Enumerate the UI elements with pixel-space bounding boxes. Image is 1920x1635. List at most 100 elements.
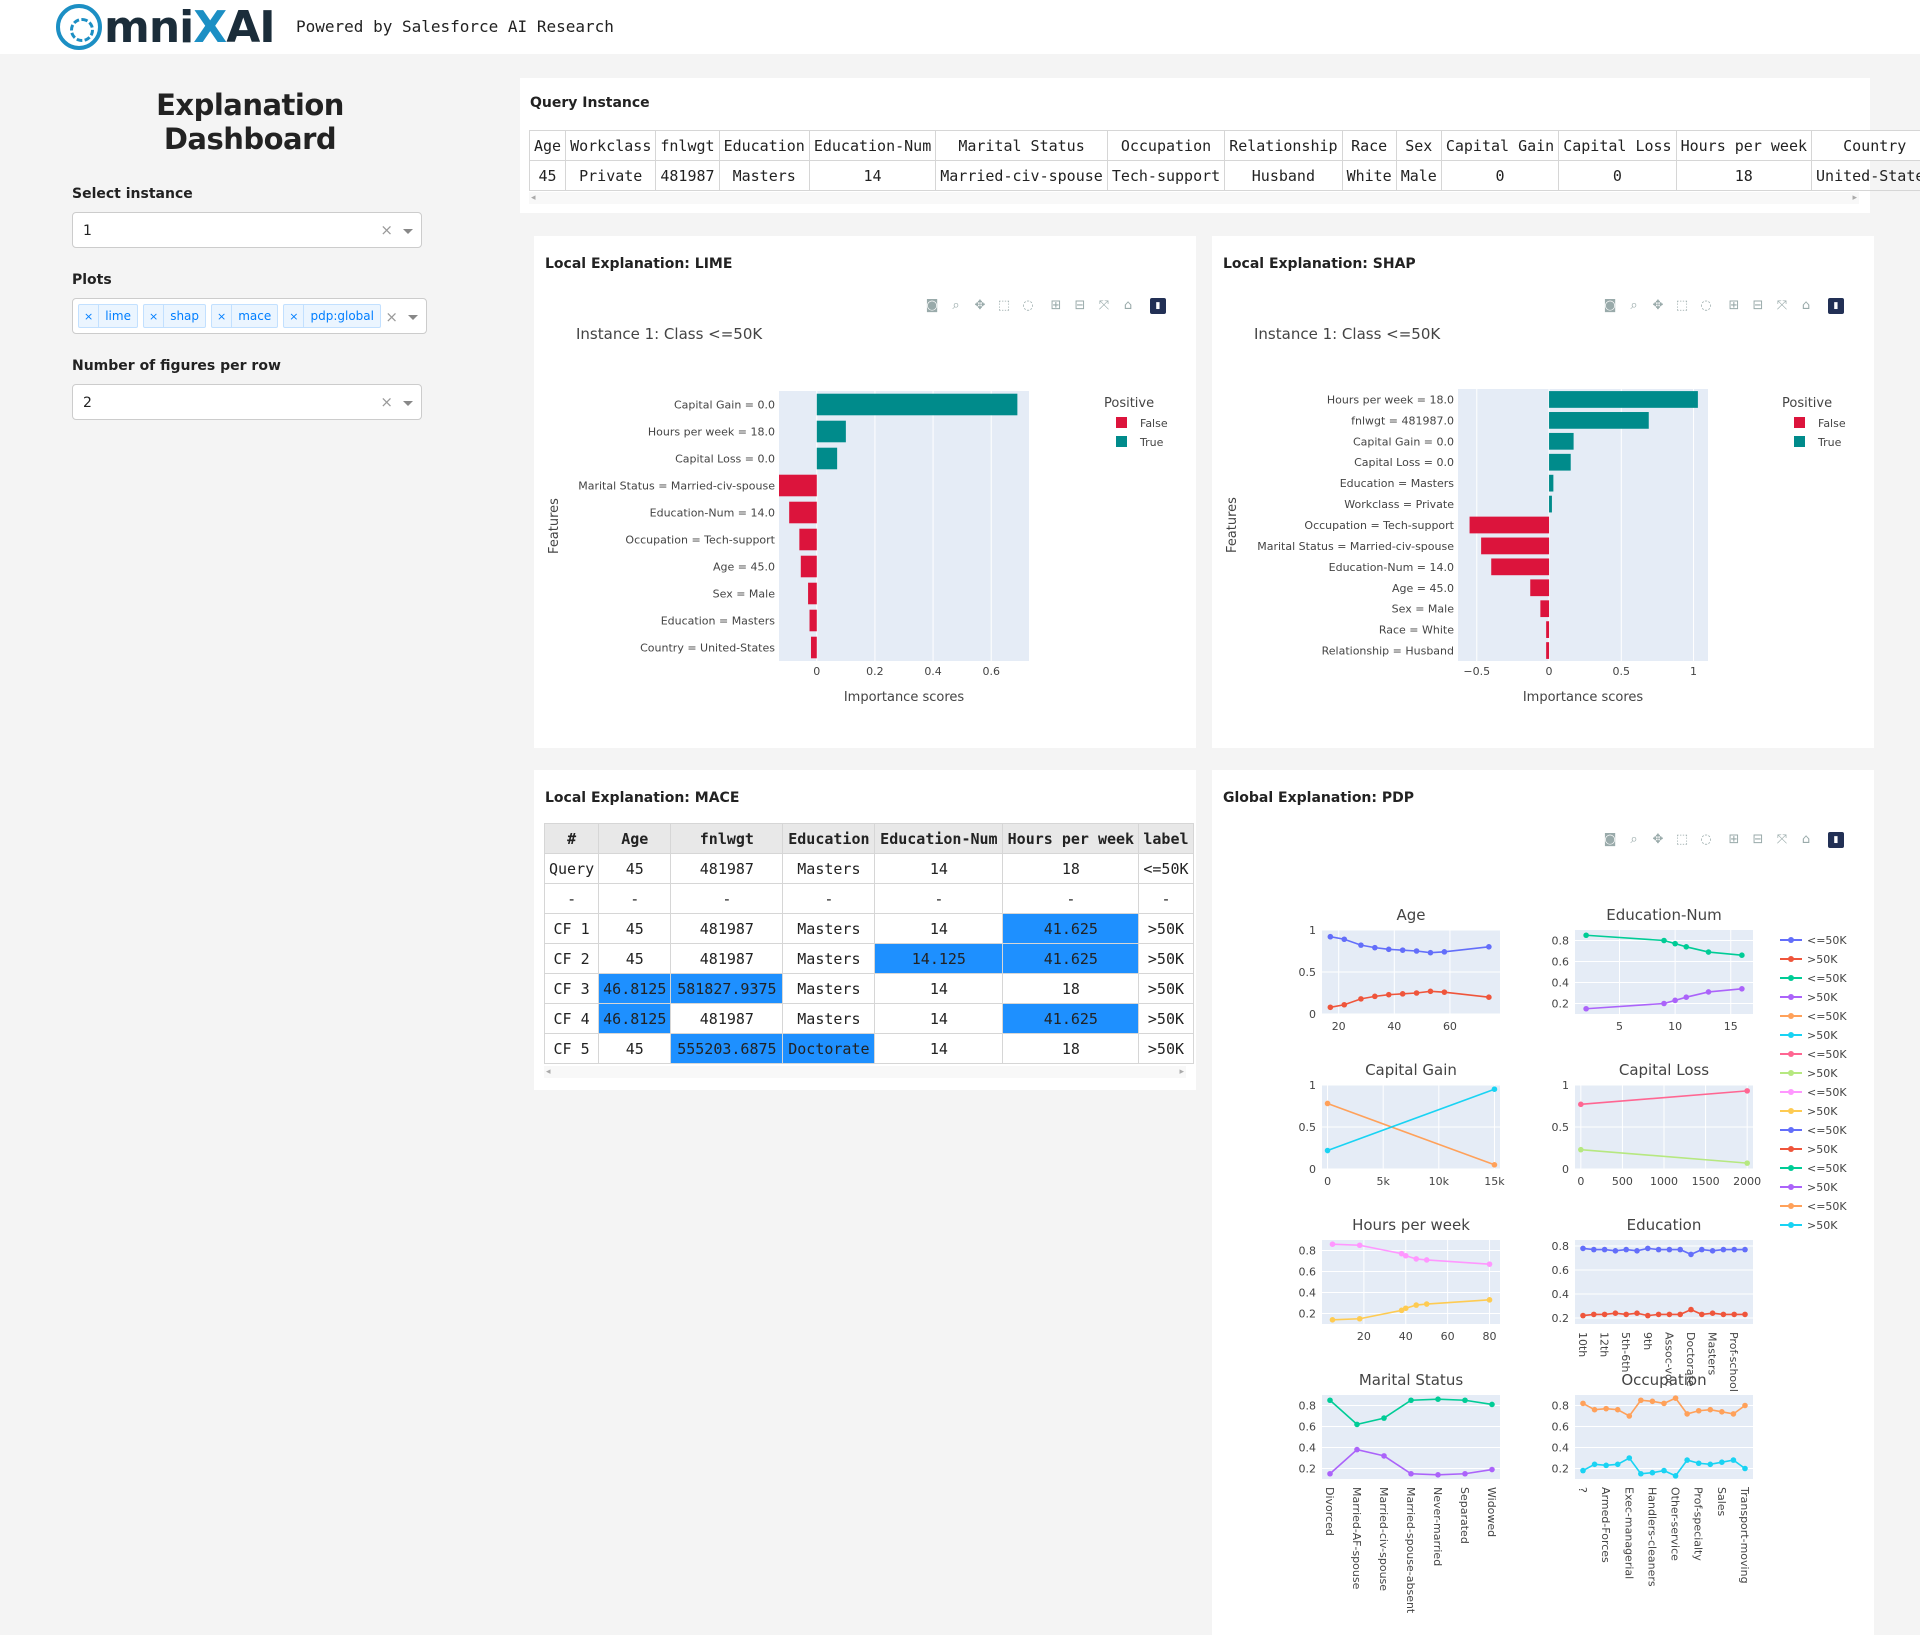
legend-marker[interactable] [1788, 956, 1794, 962]
legend-marker[interactable] [1788, 1108, 1794, 1114]
legend-marker[interactable] [1788, 975, 1794, 981]
bar [1481, 537, 1550, 555]
legend-swatch[interactable] [1116, 417, 1127, 428]
query-scrollbar[interactable]: ◂ ▸ [529, 192, 1859, 204]
legend-marker[interactable] [1788, 1032, 1794, 1038]
bar [809, 609, 817, 632]
legend-marker[interactable] [1788, 1165, 1794, 1171]
legend-label[interactable]: False [1140, 417, 1168, 430]
legend-label[interactable]: >50K [1807, 1219, 1838, 1232]
legend-marker[interactable] [1788, 1222, 1794, 1228]
figures-per-row-dropdown[interactable]: 2 × [72, 384, 422, 420]
remove-tag-icon[interactable]: × [144, 305, 165, 327]
data-point [1408, 1397, 1414, 1404]
legend-label[interactable]: <=50K [1807, 934, 1847, 947]
data-point [1399, 991, 1406, 997]
legend-label[interactable]: <=50K [1807, 972, 1847, 985]
chevron-down-icon[interactable] [408, 315, 418, 320]
y-tick-label: 1 [1309, 924, 1316, 937]
legend-swatch[interactable] [1116, 436, 1127, 447]
y-tick-label: 0.5 [1299, 966, 1317, 979]
query-header-cell: Capital Gain [1440, 130, 1560, 161]
clear-icon[interactable]: × [385, 308, 398, 326]
chevron-down-icon[interactable] [403, 229, 413, 234]
legend-label[interactable]: <=50K [1807, 1086, 1847, 1099]
data-point [1661, 1400, 1667, 1407]
chart-title: Instance 1: Class <=50K [576, 325, 763, 343]
legend-marker[interactable] [1788, 1070, 1794, 1076]
y-tick-label: Workclass = Private [1344, 498, 1454, 511]
data-point [1358, 942, 1364, 948]
legend-label[interactable]: >50K [1807, 991, 1838, 1004]
legend-label[interactable]: True [1817, 436, 1842, 449]
data-point [1491, 1086, 1498, 1092]
legend-label[interactable]: <=50K [1807, 1010, 1847, 1023]
y-tick-label: Hours per week = 18.0 [1327, 393, 1454, 406]
legend-label[interactable]: >50K [1807, 1181, 1838, 1194]
data-point [1603, 1405, 1609, 1412]
y-tick-label: Education-Num = 14.0 [1329, 561, 1454, 574]
data-point [1408, 1470, 1414, 1477]
data-point [1358, 996, 1364, 1002]
legend-marker[interactable] [1788, 1146, 1794, 1152]
legend-marker[interactable] [1788, 1127, 1794, 1133]
data-point [1402, 1252, 1409, 1259]
legend-label[interactable]: >50K [1807, 1143, 1838, 1156]
data-point [1324, 1147, 1331, 1154]
x-tick-label: 12th [1598, 1332, 1611, 1357]
legend-swatch[interactable] [1794, 436, 1805, 447]
x-tick-label: Married-AF-spouse [1350, 1487, 1363, 1590]
subplot-title: Age [1396, 906, 1425, 924]
legend-label[interactable]: <=50K [1807, 1124, 1847, 1137]
data-point [1655, 1246, 1662, 1253]
legend-label[interactable]: >50K [1807, 953, 1838, 966]
legend-label[interactable]: <=50K [1807, 1200, 1847, 1213]
query-data-cell: United-States [1811, 160, 1920, 191]
query-header-row: Age Workclass fnlwgt Education Education-Num… [528, 130, 1920, 161]
mace-data-cell: - [598, 883, 672, 914]
x-tick-label: Divorced [1323, 1487, 1336, 1536]
legend-label[interactable]: False [1818, 417, 1846, 430]
legend-marker[interactable] [1788, 1013, 1794, 1019]
mace-data-cell: 45 [598, 853, 672, 884]
x-tick-label: Exec-managerial [1622, 1487, 1635, 1579]
subplot-title: Capital Loss [1619, 1061, 1709, 1079]
clear-icon[interactable]: × [380, 393, 393, 411]
legend-marker[interactable] [1788, 937, 1794, 943]
plots-multiselect[interactable]: × lime × shap × mace × pdp:global × [72, 298, 427, 334]
data-point [1742, 1246, 1748, 1253]
legend-label[interactable]: >50K [1807, 1105, 1838, 1118]
mace-scrollbar[interactable]: ◂ ▸ [544, 1066, 1186, 1078]
legend-marker[interactable] [1788, 1184, 1794, 1190]
remove-tag-icon[interactable]: × [284, 305, 305, 327]
mace-data-cell: 14 [874, 853, 1004, 884]
select-instance-dropdown[interactable]: 1 × [72, 212, 422, 248]
legend-label[interactable]: <=50K [1807, 1048, 1847, 1061]
query-header-cell: Education [718, 130, 810, 161]
legend-swatch[interactable] [1794, 417, 1805, 428]
legend-marker[interactable] [1788, 1089, 1794, 1095]
y-tick-label: Education = Masters [661, 615, 776, 628]
legend-label[interactable]: True [1139, 436, 1164, 449]
data-point [1324, 1100, 1331, 1107]
legend-label[interactable]: >50K [1807, 1029, 1838, 1042]
mace-data-cell: >50K [1138, 1003, 1194, 1034]
dashboard-title: Explanation Dashboard [156, 88, 344, 156]
legend-marker[interactable] [1788, 1051, 1794, 1057]
legend-label[interactable]: <=50K [1807, 1162, 1847, 1175]
data-point [1427, 949, 1434, 956]
x-tick-label: 0 [1577, 1175, 1584, 1188]
remove-tag-icon[interactable]: × [79, 305, 100, 327]
legend-marker[interactable] [1788, 994, 1794, 1000]
bar [1546, 621, 1550, 638]
legend-label[interactable]: >50K [1807, 1067, 1838, 1080]
remove-tag-icon[interactable]: × [212, 305, 233, 327]
y-tick-label: 0.8 [1552, 935, 1570, 948]
clear-icon[interactable]: × [380, 221, 393, 239]
mace-data-cell: >50K [1138, 1033, 1194, 1064]
data-point [1356, 1315, 1363, 1322]
data-point [1731, 1311, 1737, 1318]
chevron-down-icon[interactable] [403, 401, 413, 406]
x-tick-label: 1 [1690, 665, 1697, 678]
legend-marker[interactable] [1788, 1203, 1794, 1209]
